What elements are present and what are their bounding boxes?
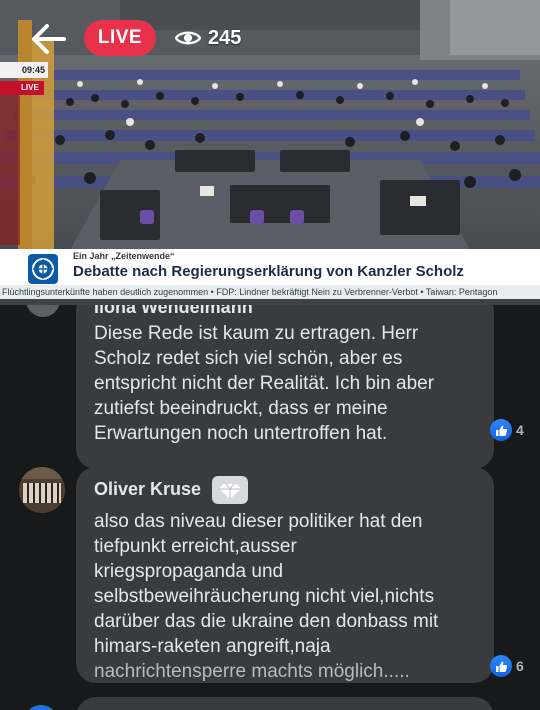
diamond-icon [219,483,241,499]
eye-icon [175,31,201,45]
viewer-count: 245 [175,20,241,56]
reaction-count-value: 6 [516,658,524,674]
avatar[interactable] [26,305,60,317]
viewer-count-value: 245 [208,26,242,49]
comment-line: darüber das die ukraine den donbass mit [94,611,439,632]
comment-line: entspricht nicht der Realität. Ich bin a… [94,373,435,394]
live-video-player[interactable]: LIVE 245 09:45 LIVE Ein Jahr „Zeitenwend… [0,0,540,305]
broadcast-live-tag: LIVE [0,81,44,95]
comment-line: zutiefst beeindruckt, dass er meine [94,398,388,419]
live-badge: LIVE [84,20,156,56]
comment-line: Scholz redet sich viel schön, aber es [94,348,403,369]
comment-author[interactable]: Ilona Wendelmann [94,305,253,318]
comment-author[interactable]: Oliver Kruse [94,479,201,500]
reaction-count[interactable]: 6 [490,655,524,677]
top-fan-badge [212,476,248,504]
like-icon [490,655,512,677]
avatar[interactable] [19,467,65,513]
comment-line: nachrichtensperre machts möglich..... [94,661,410,682]
stream-top-bar: LIVE 245 [0,14,540,62]
avatar[interactable] [24,705,58,710]
reaction-count-value: 4 [516,422,524,438]
comment-line: tiefpunkt erreicht,ausser [94,536,297,557]
comment-line: Erwartungen noch untertroffen hat. [94,423,388,444]
lower-third-supertitle: Ein Jahr „Zeitenwende“ [73,251,175,261]
comment-line: also das niveau dieser politiker hat den [94,511,423,532]
comment-text: also das niveau dieser politiker hat den… [94,509,484,684]
broadcast-clock: 09:45 [0,62,48,78]
like-icon [490,419,512,441]
back-arrow-icon [32,24,66,54]
comments-panel[interactable]: Ilona Wendelmann Diese Rede ist kaum zu … [0,305,540,710]
channel-logo-icon [28,254,58,284]
news-ticker: Flüchtlingsunterkünfte haben deutlich zu… [0,285,540,299]
reaction-count[interactable]: 4 [490,419,524,441]
comment-line: himars-raketen angreift,naja [94,636,331,657]
lower-third-headline: Debatte nach Regierungserklärung von Kan… [73,263,464,280]
comment-bubble[interactable] [76,697,494,710]
comment-line: Diese Rede ist kaum zu ertragen. Herr [94,323,419,344]
comment-text: Diese Rede ist kaum zu ertragen. Herr Sc… [94,321,484,446]
back-button[interactable] [28,22,68,56]
comment-line: selbstbeweihräucherung nicht viel,nichts [94,586,435,607]
comment-line: kriegspropaganda und [94,561,284,582]
